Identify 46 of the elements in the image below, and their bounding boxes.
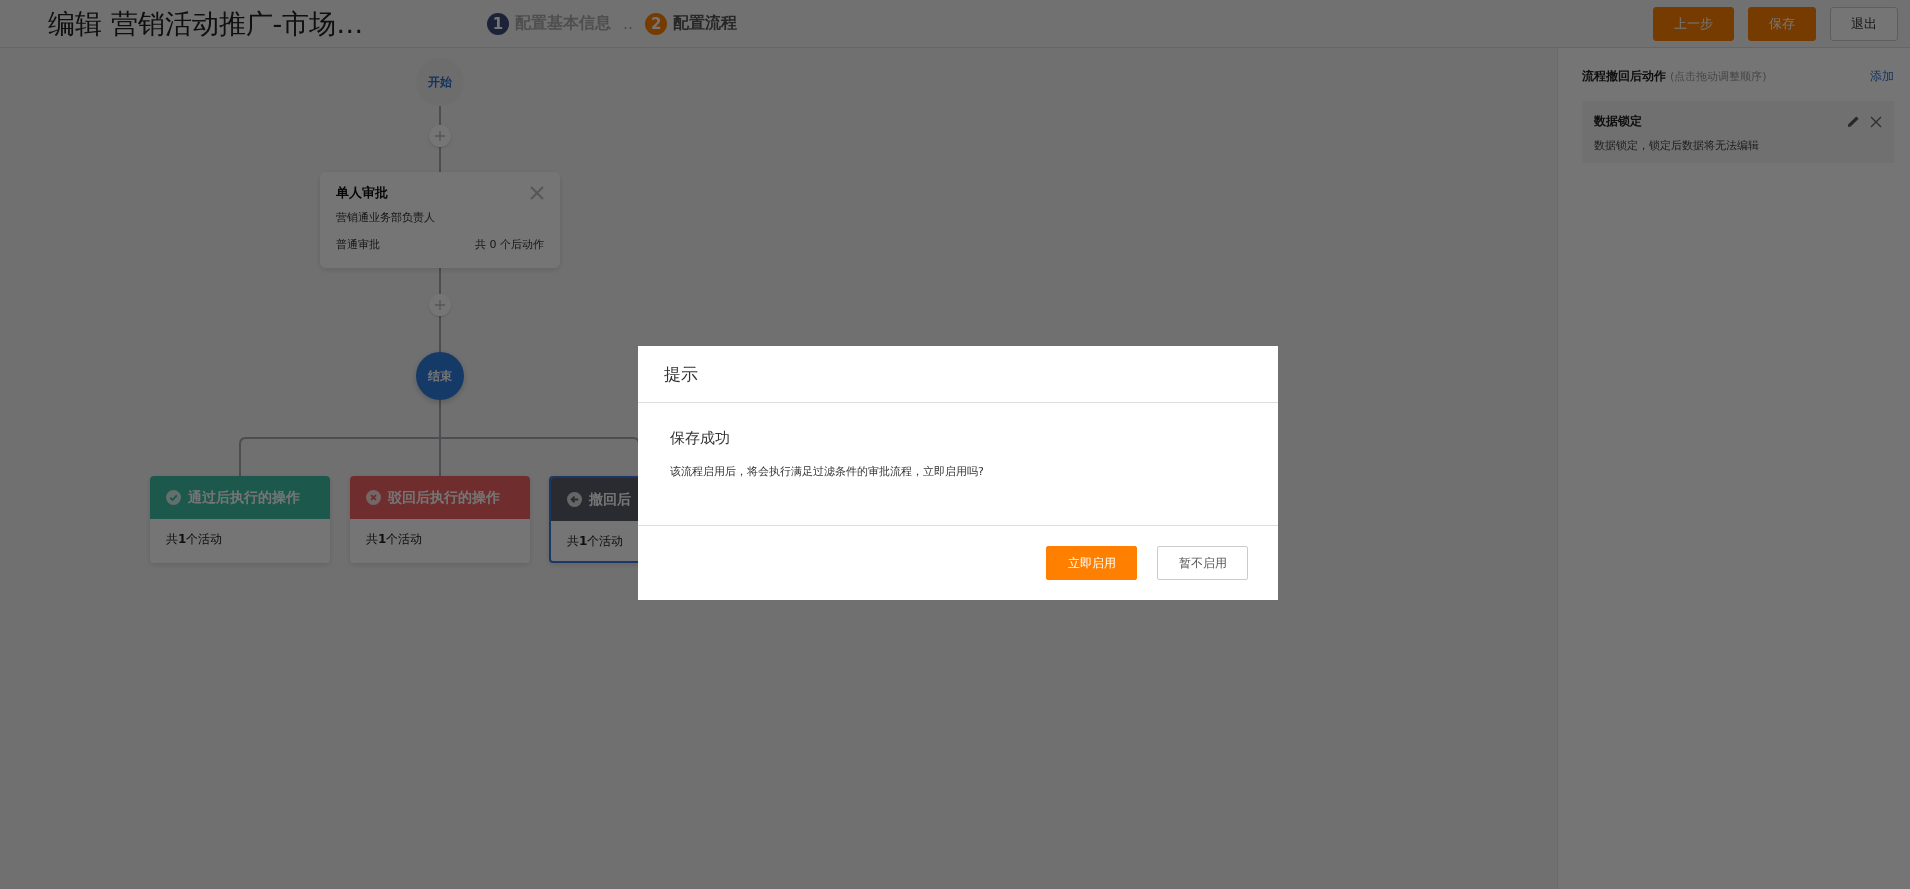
dialog-button[interactable]: 立即启用 <box>1046 546 1137 580</box>
step-number-badge: 2 <box>645 12 668 35</box>
activity-count: 共1个活动 <box>166 532 223 546</box>
action-count: 共 0 个后动作 <box>475 237 544 252</box>
approval-node-card[interactable]: 单人审批 营销通业务部负责人 普通审批 共 0 个后动作 <box>320 172 560 268</box>
outcome-title: 通过后执行的操作 <box>188 488 300 507</box>
header-button[interactable]: 保存 <box>1748 6 1816 41</box>
add-node-button[interactable] <box>429 294 451 316</box>
step-tab[interactable]: 配置流程 <box>673 13 738 34</box>
connector-line <box>439 315 441 353</box>
activity-count: 共1个活动 <box>567 534 624 548</box>
header-button[interactable]: 退出 <box>1830 6 1898 41</box>
pencil-icon[interactable] <box>1847 115 1860 128</box>
action-description: 数据锁定，锁定后数据将无法编辑 <box>1594 138 1760 153</box>
back-arrow-icon <box>567 492 582 507</box>
x-circle-icon <box>366 490 381 505</box>
dialog-message: 该流程启用后，将会执行满足过滤条件的审批流程，立即启用吗? <box>670 464 985 479</box>
outcome-title: 撤回后 <box>589 490 631 509</box>
plus-icon <box>435 131 445 141</box>
connector-line <box>439 105 441 126</box>
close-icon[interactable] <box>530 186 544 200</box>
plus-icon <box>435 300 445 310</box>
step-separator: .. <box>623 14 634 33</box>
check-circle-icon <box>166 490 181 505</box>
connector-line <box>439 146 441 173</box>
outcome-title: 驳回后执行的操作 <box>388 488 500 507</box>
close-icon[interactable] <box>1870 115 1882 128</box>
add-link[interactable]: 添加 <box>1870 68 1894 85</box>
dialog-heading: 保存成功 <box>670 429 731 448</box>
page-title: 编辑 营销活动推广-市场… <box>48 6 365 41</box>
action-card[interactable]: 数据锁定 数据锁定，锁定后数据将无法编辑 <box>1582 101 1894 163</box>
dialog-button[interactable]: 暂不启用 <box>1157 546 1248 580</box>
action-name: 数据锁定 <box>1594 113 1643 130</box>
panel-title: 流程撤回后动作 <box>1582 68 1666 85</box>
step-number-badge: 1 <box>487 12 509 35</box>
end-node[interactable]: 结束 <box>416 352 464 400</box>
connector-line <box>439 267 441 295</box>
add-node-button[interactable] <box>429 125 451 147</box>
outcome-card[interactable]: 驳回后执行的操作 共1个活动 <box>350 476 530 563</box>
header-button[interactable]: 上一步 <box>1653 6 1734 41</box>
node-title: 单人审批 <box>336 184 388 202</box>
outcome-card[interactable]: 通过后执行的操作 共1个活动 <box>150 476 330 563</box>
dialog-title: 提示 <box>664 362 698 386</box>
approver-text: 营销通业务部负责人 <box>336 210 436 225</box>
approval-type: 普通审批 <box>336 237 380 252</box>
activity-count: 共1个活动 <box>366 532 423 546</box>
